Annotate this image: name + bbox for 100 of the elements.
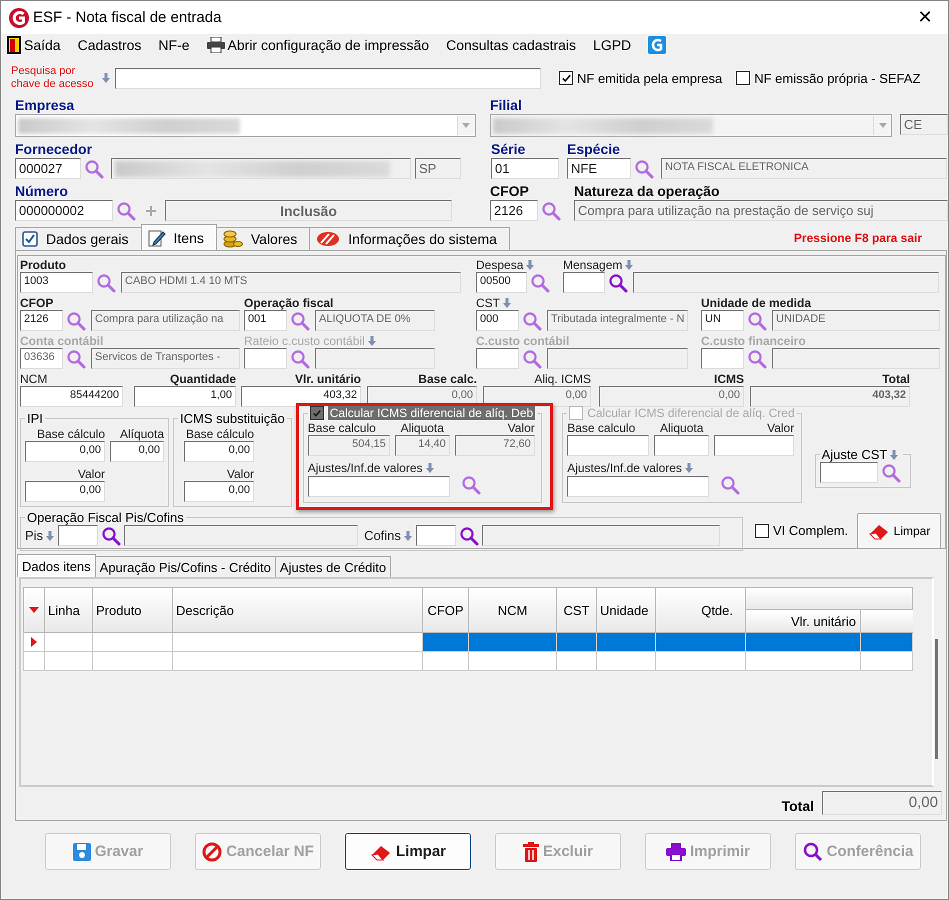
status-field: Inclusão [165,200,452,221]
search-icon[interactable] [880,462,901,482]
column-header[interactable]: Qtde. [656,587,746,633]
code-field[interactable]: 000 [476,310,519,331]
value-field[interactable]: 1,00 [134,386,236,407]
checkbox[interactable] [736,71,750,85]
company-dropdown[interactable] [15,114,476,137]
column-header[interactable]: Descrição [173,587,423,633]
scrollbar[interactable] [935,639,938,759]
code-field[interactable]: 1003 [20,272,93,293]
field-label: Conta contábil [20,333,104,348]
search-icon[interactable] [747,348,767,368]
tab[interactable]: Dados gerais [15,227,142,250]
checkbox[interactable] [310,406,324,420]
code-field[interactable]: UN [701,310,744,331]
code-field[interactable]: 001 [244,310,287,331]
access-key-field[interactable] [115,68,541,88]
search-icon[interactable] [522,348,542,368]
search-icon[interactable] [116,200,136,220]
search-icon[interactable] [96,272,116,292]
code-field[interactable]: 2126 [20,310,63,331]
column-header[interactable] [861,610,913,633]
menu-item[interactable]: LGPD [593,37,632,53]
menu-item[interactable]: Consultas cadastrais [446,37,576,53]
field-label: Operação fiscal [244,295,334,310]
value-field[interactable]: 403,32 [241,386,361,407]
search-icon[interactable] [66,310,86,330]
search-icon[interactable] [608,272,628,292]
cfop-field[interactable]: 2126 [490,200,538,221]
close-button[interactable]: ✕ [902,1,948,34]
field-label: Alíquota [118,426,164,441]
search-icon[interactable] [634,158,654,178]
column-header[interactable]: Vlr. unitário [746,610,861,633]
action-button[interactable]: Limpar [345,833,471,870]
menu-item[interactable]: NF-e [158,37,190,53]
search-icon[interactable] [101,526,122,546]
checkbox[interactable] [559,71,573,85]
column-header[interactable]: CST [557,587,597,633]
search-icon[interactable] [458,526,479,546]
field-label: Base calc. [417,371,477,386]
field-label: Fornecedor [15,141,94,158]
plus-icon[interactable] [145,204,157,216]
column-header[interactable]: CFOP [423,587,469,633]
code-field[interactable] [416,525,456,546]
search-icon[interactable] [290,348,310,368]
number-field[interactable]: 000000002 [15,200,113,221]
menu-item[interactable]: Saída [7,36,61,54]
field-label: Ajustes/Inf.de valores [308,460,538,475]
sort-arrow-icon[interactable] [29,607,39,613]
type-field[interactable]: NFE [567,158,631,179]
pencil-paper-icon [148,228,166,246]
code-field[interactable] [563,272,605,293]
dropdown-arrow-icon[interactable] [462,123,470,128]
logo-icon[interactable] [648,36,666,54]
dropdown-arrow-icon[interactable] [878,123,886,128]
search-icon[interactable] [747,310,767,330]
code-field[interactable] [58,525,98,546]
tab[interactable]: Valores [216,227,310,250]
value-field[interactable]: 0,00 [25,481,105,502]
search-icon[interactable] [530,272,550,292]
code-field[interactable] [244,348,287,369]
tab[interactable]: Dados itens [17,554,96,577]
search-icon[interactable] [84,158,104,178]
value-field[interactable]: 0,00 [184,481,254,502]
row-indicator-cell[interactable] [23,652,45,671]
value-field[interactable]: 0,00 [25,441,105,462]
search-icon[interactable] [66,348,86,368]
row-indicator-cell[interactable] [23,633,45,652]
search-icon[interactable] [522,310,542,330]
search-icon[interactable] [290,310,310,330]
description-field: Compra para utilização na [91,310,240,331]
tab[interactable]: Informações do sistema [309,227,510,250]
checkbox[interactable] [755,524,769,538]
table-cell [597,652,656,671]
menu-item[interactable]: Abrir configuração de impressão [206,37,430,53]
tab[interactable]: Ajustes de Crédito [274,556,392,577]
value-field[interactable]: 0,00 [184,441,254,462]
menu-item[interactable]: Cadastros [78,37,142,53]
code-field[interactable] [701,348,744,369]
field-label: Produto [20,257,67,272]
column-header[interactable]: Unidade [597,587,656,633]
description-field: UNIDADE [772,310,940,331]
branch-dropdown[interactable] [490,114,892,137]
value-field[interactable]: 85444200 [20,386,123,407]
tab[interactable]: Apuração Pis/Cofins - Crédito [94,556,276,577]
tab[interactable]: Itens [140,224,217,250]
adjustments-field[interactable] [308,476,450,497]
search-icon[interactable] [460,475,481,495]
code-field[interactable] [476,348,519,369]
column-header[interactable]: Produto [93,587,173,633]
column-header[interactable]: NCM [469,587,557,633]
column-header[interactable]: Linha [45,587,93,633]
clear-button[interactable]: Limpar [857,512,941,548]
supplier-code-field[interactable]: 000027 [15,158,81,179]
search-icon[interactable] [541,200,561,220]
series-field[interactable]: 01 [491,158,559,179]
value-field[interactable]: 0,00 [110,441,164,462]
logo-icon [9,8,29,28]
cst-adjustment-field[interactable] [820,462,878,483]
code-field[interactable]: 00500 [476,272,527,293]
